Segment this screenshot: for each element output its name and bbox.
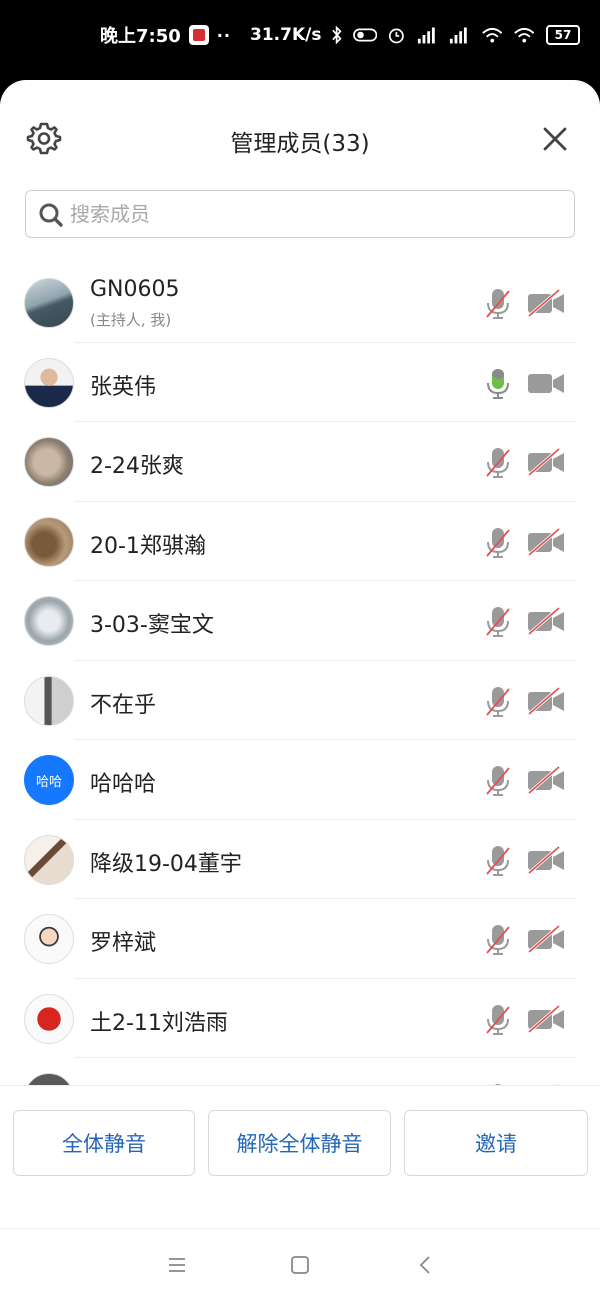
member-name: GN0605 bbox=[90, 277, 180, 302]
action-bar: 全体静音 解除全体静音 邀请 bbox=[0, 1085, 600, 1228]
sheet-header: 管理成员(33) bbox=[0, 80, 600, 190]
member-name: 土2-11刘浩雨 bbox=[90, 1010, 228, 1036]
avatar bbox=[24, 1073, 74, 1085]
member-name: 20-1郑骐瀚 bbox=[90, 533, 206, 559]
battery-level: 57 bbox=[554, 28, 572, 42]
avatar bbox=[24, 675, 74, 726]
member-name: 3-03-窦宝文 bbox=[90, 613, 214, 638]
member-name: 张英伟 bbox=[90, 374, 157, 400]
mic-off-icon[interactable] bbox=[484, 526, 512, 560]
member-role: (主持人, 我) bbox=[90, 311, 172, 329]
alarm-icon bbox=[389, 28, 404, 44]
mic-off-icon[interactable] bbox=[484, 1003, 512, 1037]
member-name: 哈哈哈 bbox=[90, 772, 157, 797]
member-name: 降级19-04董宇 bbox=[90, 851, 242, 877]
mic-on-icon[interactable] bbox=[484, 367, 512, 401]
home-icon[interactable] bbox=[288, 1253, 312, 1277]
avatar bbox=[24, 516, 74, 567]
mic-off-icon[interactable] bbox=[484, 287, 512, 321]
back-icon[interactable] bbox=[414, 1253, 438, 1277]
menu-icon[interactable] bbox=[165, 1253, 189, 1277]
avatar bbox=[24, 437, 74, 487]
member-row[interactable]: 哈哈 哈哈哈 bbox=[0, 740, 600, 820]
status-bar: 晚上7:50 ·· 31.7K/s 57 bbox=[0, 0, 600, 80]
member-row[interactable]: 不在乎 bbox=[0, 661, 600, 740]
camera-off-icon[interactable] bbox=[526, 527, 566, 556]
invite-button[interactable]: 邀请 bbox=[404, 1110, 588, 1176]
status-dots: ·· bbox=[216, 25, 231, 45]
member-row[interactable]: 3-03-窦宝文 bbox=[0, 581, 600, 661]
camera-on-icon[interactable] bbox=[526, 369, 566, 397]
app-badge-icon bbox=[188, 25, 209, 45]
member-row[interactable]: 降级19-04董宇 bbox=[0, 820, 600, 899]
wifi-icon-2 bbox=[514, 27, 535, 43]
mic-off-icon[interactable] bbox=[484, 923, 512, 957]
member-name: 不在乎 bbox=[90, 692, 157, 718]
search-input[interactable] bbox=[70, 197, 560, 231]
avatar bbox=[24, 914, 74, 964]
manage-members-sheet: 管理成员(33) GN0605 (主持人, 我) 张英伟 2-24张爽 20-1郑骐瀚 3… bbox=[0, 80, 600, 1228]
camera-off-icon[interactable] bbox=[526, 1004, 566, 1033]
battery-icon: 57 bbox=[545, 25, 580, 45]
member-row[interactable]: 2-24张爽 bbox=[0, 422, 600, 502]
avatar: 哈哈 bbox=[24, 755, 74, 805]
camera-off-icon[interactable] bbox=[526, 448, 566, 476]
avatar bbox=[24, 834, 74, 885]
member-row[interactable]: 土2-11刘浩雨 bbox=[0, 979, 600, 1058]
toggle-icon bbox=[352, 28, 378, 42]
mic-off-icon[interactable] bbox=[484, 446, 512, 480]
search-box[interactable] bbox=[25, 190, 575, 238]
camera-off-icon[interactable] bbox=[526, 845, 566, 874]
system-nav-bar bbox=[0, 1228, 600, 1300]
member-row[interactable]: 张英伟 bbox=[0, 343, 600, 422]
status-left: 晚上7:50 ·· bbox=[100, 22, 231, 48]
mic-off-icon[interactable] bbox=[484, 605, 512, 639]
camera-off-icon[interactable] bbox=[526, 686, 566, 715]
avatar bbox=[24, 596, 74, 646]
avatar bbox=[24, 357, 74, 408]
unmute-all-button[interactable]: 解除全体静音 bbox=[208, 1110, 391, 1176]
bluetooth-icon bbox=[332, 25, 343, 45]
avatar bbox=[24, 993, 74, 1044]
page-title: 管理成员(33) bbox=[230, 131, 370, 157]
member-row[interactable]: GN0605 (主持人, 我) bbox=[0, 263, 600, 343]
member-row[interactable]: 20-1郑骐瀚 bbox=[0, 502, 600, 581]
network-speed: 31.7K/s bbox=[250, 25, 322, 45]
member-name: 2-24张爽 bbox=[90, 454, 184, 479]
mic-off-icon[interactable] bbox=[484, 685, 512, 719]
camera-off-icon[interactable] bbox=[526, 289, 566, 317]
member-list[interactable]: GN0605 (主持人, 我) 张英伟 2-24张爽 20-1郑骐瀚 3-03-窦宝文 不在… bbox=[0, 263, 600, 1085]
camera-off-icon[interactable] bbox=[526, 607, 566, 635]
mic-off-icon[interactable] bbox=[484, 764, 512, 798]
avatar bbox=[24, 278, 74, 328]
status-right: 31.7K/s 57 bbox=[250, 22, 580, 48]
mic-off-icon[interactable] bbox=[484, 844, 512, 878]
signal-hd-icon bbox=[417, 27, 435, 44]
status-time: 晚上7:50 bbox=[100, 26, 181, 47]
member-row[interactable] bbox=[0, 1058, 600, 1085]
signal-hd-icon-2 bbox=[450, 27, 468, 44]
close-icon[interactable] bbox=[540, 124, 570, 154]
member-name: 罗梓斌 bbox=[90, 931, 157, 956]
mute-all-button[interactable]: 全体静音 bbox=[13, 1110, 195, 1176]
search-icon bbox=[39, 203, 63, 227]
member-row[interactable]: 罗梓斌 bbox=[0, 899, 600, 979]
camera-off-icon[interactable] bbox=[526, 766, 566, 794]
camera-off-icon[interactable] bbox=[526, 925, 566, 953]
wifi-icon bbox=[482, 27, 503, 43]
